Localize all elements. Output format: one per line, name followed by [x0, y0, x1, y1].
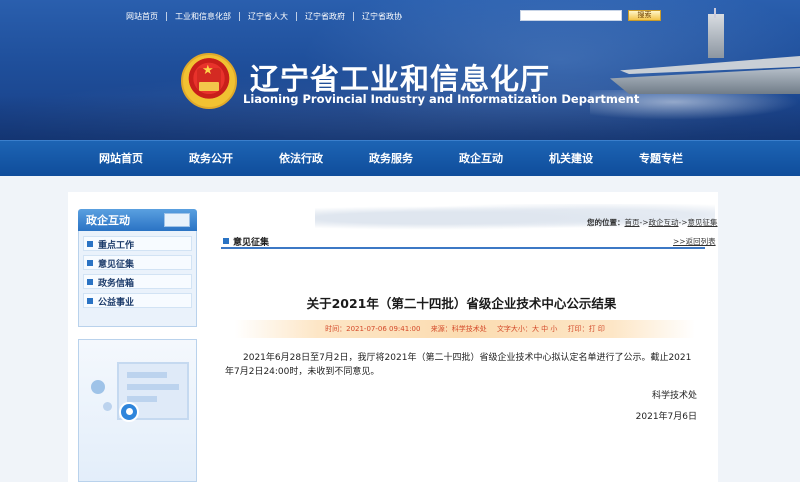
main-content: 您的位置：首页->政企互动->意见征集 意见征集 >>返回列表 关于2021年（…: [205, 204, 718, 482]
sidebar-item-label: 重点工作: [98, 241, 135, 251]
nav-item-services[interactable]: 政务服务: [346, 141, 436, 177]
section-marker-icon: [223, 238, 229, 244]
square-bullet-icon: [87, 298, 93, 304]
nav-items: 网站首页 政务公开 依法行政 政务服务 政企互动 机关建设 专题专栏: [76, 141, 706, 177]
font-size-large[interactable]: 大: [532, 325, 539, 333]
nav-item-public-affairs[interactable]: 政务公开: [166, 141, 256, 177]
meta-source-value: 科学技术处: [451, 325, 487, 333]
breadcrumb-home[interactable]: 首页: [625, 218, 640, 227]
illustration-bubble: [91, 380, 105, 394]
illustration-line: [127, 396, 157, 402]
section-header: 意见征集: [221, 232, 705, 249]
meta-font-label: 文字大小：: [496, 325, 532, 333]
meta-print-label: 打印：: [567, 325, 589, 333]
nav-item-organization[interactable]: 机关建设: [526, 141, 616, 177]
top-link-government[interactable]: 辽宁省政府: [297, 11, 354, 21]
ship-tower: [708, 14, 724, 58]
illustration-bubble: [103, 402, 112, 411]
nav-item-law[interactable]: 依法行政: [256, 141, 346, 177]
sidebar-item-label: 政务信箱: [98, 279, 135, 289]
meta-source-label: 来源：: [430, 325, 452, 333]
ship-wake: [590, 90, 800, 120]
section-title: 意见征集: [233, 238, 270, 248]
meta-source: 来源：科学技术处: [431, 325, 487, 333]
breadcrumb-prefix: 您的位置：: [587, 218, 625, 227]
avatar-face: [126, 408, 133, 415]
article-body: 2021年6月28日至7月2日，我厅将2021年（第二十四批）省级企业技术中心拟…: [225, 353, 692, 377]
article-meta-bar: 时间：2021-07-06 09:41:00 来源：科学技术处 文字大小：大 中…: [235, 320, 695, 338]
illustration-line: [127, 372, 167, 378]
sidebar-header: 政企互动: [78, 209, 197, 231]
sidebar-item-label: 意见征集: [98, 260, 135, 270]
back-to-list-link[interactable]: >>返回列表: [673, 236, 716, 247]
sidebar-item-label: 公益事业: [98, 298, 135, 308]
article-date: 2021年7月6日: [635, 412, 697, 422]
sidebar-item-opinions[interactable]: 意见征集: [83, 255, 192, 270]
header-banner: 网站首页 工业和信息化部 辽宁省人大 辽宁省政府 辽宁省政协 搜索 ★ 辽宁省工…: [0, 0, 800, 140]
font-size-small[interactable]: 小: [550, 325, 557, 333]
search-input[interactable]: [520, 10, 622, 21]
top-link-miit[interactable]: 工业和信息化部: [167, 11, 240, 21]
ship-mast: [714, 8, 716, 18]
article-title: 关于2021年（第二十四批）省级企业技术中心公示结果: [306, 296, 617, 311]
square-bullet-icon: [87, 279, 93, 285]
top-link-cppcc[interactable]: 辽宁省政协: [354, 12, 410, 21]
top-link-npc[interactable]: 辽宁省人大: [240, 11, 297, 21]
sidebar-illustration: [78, 339, 197, 482]
sidebar-list: 重点工作 意见征集 政务信箱 公益事业: [78, 231, 197, 327]
print-button[interactable]: 打 印: [589, 325, 605, 333]
font-size-medium[interactable]: 中: [541, 325, 548, 333]
meta-time-label: 时间：: [325, 325, 347, 333]
sidebar-item-key-work[interactable]: 重点工作: [83, 236, 192, 251]
sidebar: 政企互动 重点工作 意见征集 政务信箱 公益事业: [78, 209, 197, 482]
meta-time-value: 2021-07-06 09:41:00: [346, 325, 421, 333]
top-link-home[interactable]: 网站首页: [126, 11, 167, 21]
national-emblem-icon: ★: [181, 53, 237, 109]
main-nav: 网站首页 政务公开 依法行政 政务服务 政企互动 机关建设 专题专栏: [0, 140, 800, 176]
meta-print: 打印：打 印: [568, 325, 605, 333]
sidebar-item-mailbox[interactable]: 政务信箱: [83, 274, 192, 289]
nav-item-interaction[interactable]: 政企互动: [436, 141, 526, 177]
breadcrumb-separator: ->: [639, 218, 649, 227]
sidebar-item-public-welfare[interactable]: 公益事业: [83, 293, 192, 308]
top-links: 网站首页 工业和信息化部 辽宁省人大 辽宁省政府 辽宁省政协: [126, 9, 410, 23]
breadcrumb-separator: ->: [678, 218, 688, 227]
illustration-line: [127, 384, 179, 390]
site-title-english: Liaoning Provincial Industry and Informa…: [243, 92, 640, 106]
breadcrumb: 您的位置：首页->政企互动->意见征集: [587, 217, 718, 228]
breadcrumb-interaction[interactable]: 政企互动: [649, 218, 679, 227]
emblem-gate: [199, 82, 219, 91]
user-avatar-icon: [119, 402, 139, 422]
square-bullet-icon: [87, 241, 93, 247]
square-bullet-icon: [87, 260, 93, 266]
nav-item-home[interactable]: 网站首页: [76, 141, 166, 177]
aircraft-carrier-image: [590, 8, 800, 123]
monitor-icon: [164, 213, 190, 227]
sidebar-title: 政企互动: [86, 214, 130, 227]
emblem-star-icon: ★: [202, 63, 214, 78]
meta-font-size: 文字大小：大 中 小: [497, 325, 557, 333]
article-meta: 时间：2021-07-06 09:41:00 来源：科学技术处 文字大小：大 中…: [235, 324, 695, 334]
meta-time: 时间：2021-07-06 09:41:00: [325, 325, 420, 333]
nav-item-topics[interactable]: 专题专栏: [616, 141, 706, 177]
breadcrumb-opinions[interactable]: 意见征集: [688, 218, 718, 227]
article-signature: 科学技术处: [651, 391, 697, 401]
